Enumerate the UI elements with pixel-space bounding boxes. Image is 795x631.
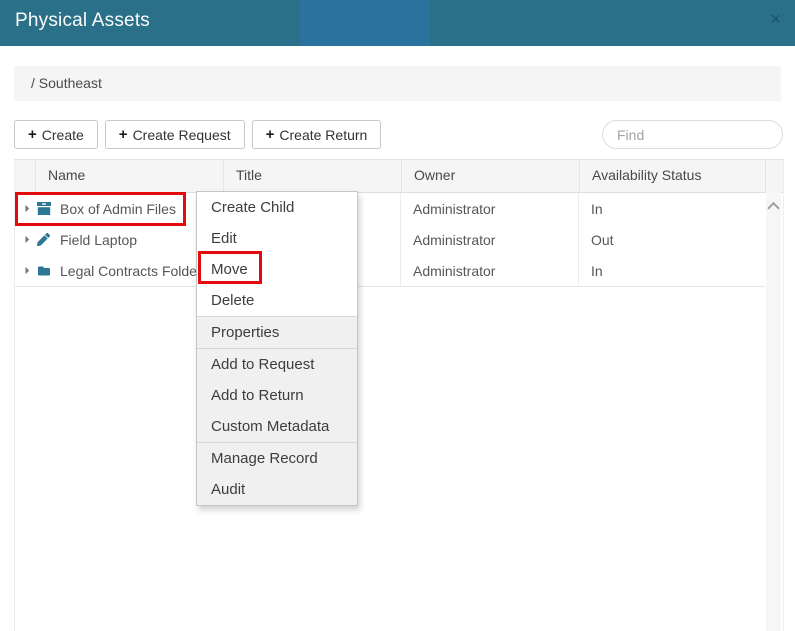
context-menu-group-records: Manage Record Audit [197,442,357,505]
expand-arrow-icon[interactable] [15,193,35,224]
row-name-cell[interactable]: Field Laptop [35,224,223,255]
menu-item-custom-metadata[interactable]: Custom Metadata [197,411,357,442]
column-header-name[interactable]: Name [35,160,223,192]
menu-item-edit[interactable]: Edit [197,223,357,254]
row-name-label: Legal Contracts Folder [60,263,202,279]
create-button-label: Create [42,127,84,143]
menu-item-delete[interactable]: Delete [197,285,357,316]
table-header-row: Name Title Owner Availability Status [15,160,783,193]
table-row[interactable]: Legal Contracts Folder Administrator In [15,255,765,286]
find-input[interactable] [602,120,783,149]
context-menu-group-requests: Add to Request Add to Return Custom Meta… [197,348,357,442]
scrollbar-track[interactable] [766,192,781,631]
pencil-icon [37,233,52,247]
row-owner-cell: Administrator [401,193,579,224]
table-body: Box of Admin Files Administrator In Fiel… [15,193,765,287]
create-request-button[interactable]: + Create Request [105,120,245,149]
page-title: Physical Assets [15,10,150,32]
create-return-button-label: Create Return [279,127,367,143]
row-name-cell[interactable]: Box of Admin Files [35,193,223,224]
row-availability-cell: In [579,255,765,286]
row-name-label: Box of Admin Files [60,201,176,217]
row-name-cell[interactable]: Legal Contracts Folder [35,255,223,286]
table-row[interactable]: Box of Admin Files Administrator In [15,193,765,224]
breadcrumb[interactable]: / Southeast [14,66,781,101]
expand-arrow-icon[interactable] [15,255,35,286]
plus-icon: + [28,126,37,143]
menu-item-add-to-return[interactable]: Add to Return [197,380,357,411]
table-row[interactable]: Field Laptop Administrator Out [15,224,765,255]
menu-item-move[interactable]: Move [197,254,357,285]
column-header-availability-status[interactable]: Availability Status [579,160,765,192]
row-availability-cell: Out [579,224,765,255]
expand-arrow-icon[interactable] [15,224,35,255]
close-icon[interactable]: × [770,8,781,30]
menu-item-manage-record[interactable]: Manage Record [197,443,357,474]
scroll-up-chevron-icon[interactable] [767,192,780,215]
assets-table: Name Title Owner Availability Status Box… [14,159,784,631]
menu-item-audit[interactable]: Audit [197,474,357,505]
row-owner-cell: Administrator [401,255,579,286]
context-menu-group-properties: Properties [197,316,357,348]
column-header-expander [15,160,35,192]
plus-icon: + [266,126,275,143]
row-owner-cell: Administrator [401,224,579,255]
toolbar: + Create + Create Request + Create Retur… [14,120,381,149]
row-availability-cell: In [579,193,765,224]
row-name-label: Field Laptop [60,232,137,248]
column-header-scrollbar-spacer [765,160,783,192]
folder-icon [37,264,52,278]
context-menu-group-actions: Create Child Edit Move Delete [197,192,357,316]
create-request-button-label: Create Request [133,127,231,143]
column-header-owner[interactable]: Owner [401,160,579,192]
context-menu: Create Child Edit Move Delete Properties… [196,191,358,506]
archive-box-icon [37,202,52,216]
titlebar-highlight [300,0,430,46]
menu-item-properties[interactable]: Properties [197,317,357,348]
menu-item-add-to-request[interactable]: Add to Request [197,349,357,380]
create-button[interactable]: + Create [14,120,98,149]
menu-item-create-child[interactable]: Create Child [197,192,357,223]
column-header-title[interactable]: Title [223,160,401,192]
plus-icon: + [119,126,128,143]
dialog-titlebar: Physical Assets × [0,0,795,46]
create-return-button[interactable]: + Create Return [252,120,382,149]
